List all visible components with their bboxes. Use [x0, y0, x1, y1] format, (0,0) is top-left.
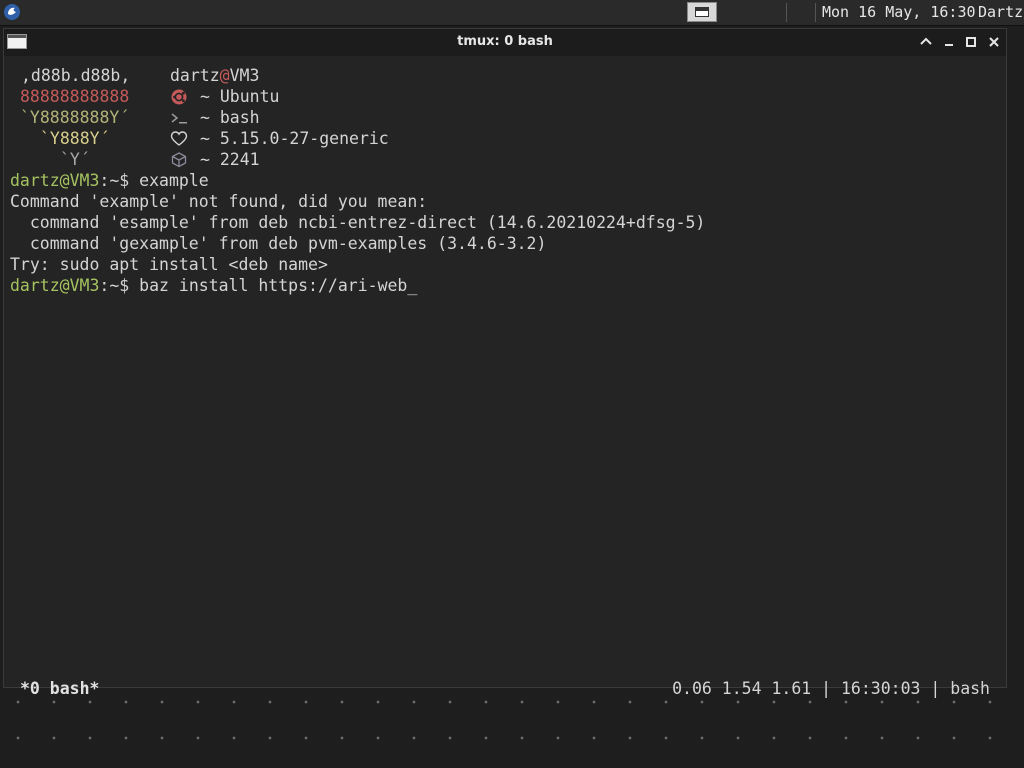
fetch-shell: ~ bash	[200, 108, 260, 127]
terminal-output-line: command 'esample' from deb ncbi-entrez-d…	[10, 213, 706, 232]
prompt-userhost: dartz@VM3	[10, 171, 100, 190]
fetch-packages: ~ 2241	[200, 150, 260, 169]
window-titlebar[interactable]: tmux: 0 bash	[4, 29, 1006, 56]
terminal-output-line: command 'gexample' from deb pvm-examples…	[10, 234, 547, 253]
fetch-at: @	[219, 66, 230, 85]
fetch-art-line: ,d88b.d88b,	[21, 66, 131, 85]
text-cursor: _	[407, 276, 418, 295]
tmux-window-indicator: *0 bash*	[20, 679, 100, 698]
ubuntu-icon	[171, 89, 187, 105]
window-title: tmux: 0 bash	[457, 34, 553, 49]
close-icon[interactable]	[985, 33, 1003, 51]
fetch-art-line: `Y´	[60, 150, 90, 169]
terminal-window: tmux: 0 bash ,d88b.d88b, 88888888888 `Y8…	[3, 28, 1007, 698]
fetch-art-line: 88888888888	[20, 87, 130, 106]
panel-separator	[815, 3, 816, 22]
terminal-prompt-icon	[171, 113, 187, 124]
prompt-userhost: dartz@VM3	[10, 276, 100, 295]
fetch-host: VM3	[229, 66, 260, 85]
fetch-art-line: `Y888Y´	[40, 129, 110, 148]
shade-icon[interactable]	[917, 33, 935, 51]
window-icon	[695, 7, 709, 17]
command-text: example	[139, 171, 209, 190]
package-icon	[171, 152, 187, 168]
fetch-kernel: ~ 5.15.0-27-generic	[200, 129, 389, 148]
taskbar-window-button[interactable]	[687, 2, 717, 22]
prompt-suffix: :~$	[99, 276, 140, 295]
panel-separator	[786, 3, 787, 22]
fetch-distro: ~ Ubuntu	[200, 87, 280, 106]
fetch-art-line: `Y8888888Y´	[20, 108, 130, 127]
heart-icon	[170, 131, 188, 146]
terminal-line: dartz@VM3:~$ baz install https://ari-web…	[10, 275, 417, 296]
terminal-output-line: Command 'example' not found, did you mea…	[10, 192, 428, 211]
prompt-suffix: :~$	[99, 171, 140, 190]
distro-logo-icon[interactable]	[3, 3, 21, 21]
command-input[interactable]: baz install https://ari-web	[139, 276, 407, 295]
tmux-status-right: 0.06 1.54 1.61 | 16:30:03 | bash	[672, 679, 990, 698]
panel-clock[interactable]: Mon 16 May, 16:30	[822, 3, 976, 21]
maximize-icon[interactable]	[962, 33, 980, 51]
fetch-userhost: dartz@VM3	[170, 65, 259, 86]
top-panel: Mon 16 May, 16:30 Dartz	[0, 0, 1024, 26]
terminal-line: dartz@VM3:~$ example	[10, 170, 209, 191]
minimize-icon[interactable]	[940, 33, 958, 51]
panel-username[interactable]: Dartz	[978, 3, 1023, 21]
terminal-area[interactable]: ,d88b.d88b, 88888888888 `Y8888888Y´ `Y88…	[4, 56, 1006, 698]
fetch-user: dartz	[170, 66, 220, 85]
terminal-output-line: Try: sudo apt install <deb name>	[10, 255, 328, 274]
